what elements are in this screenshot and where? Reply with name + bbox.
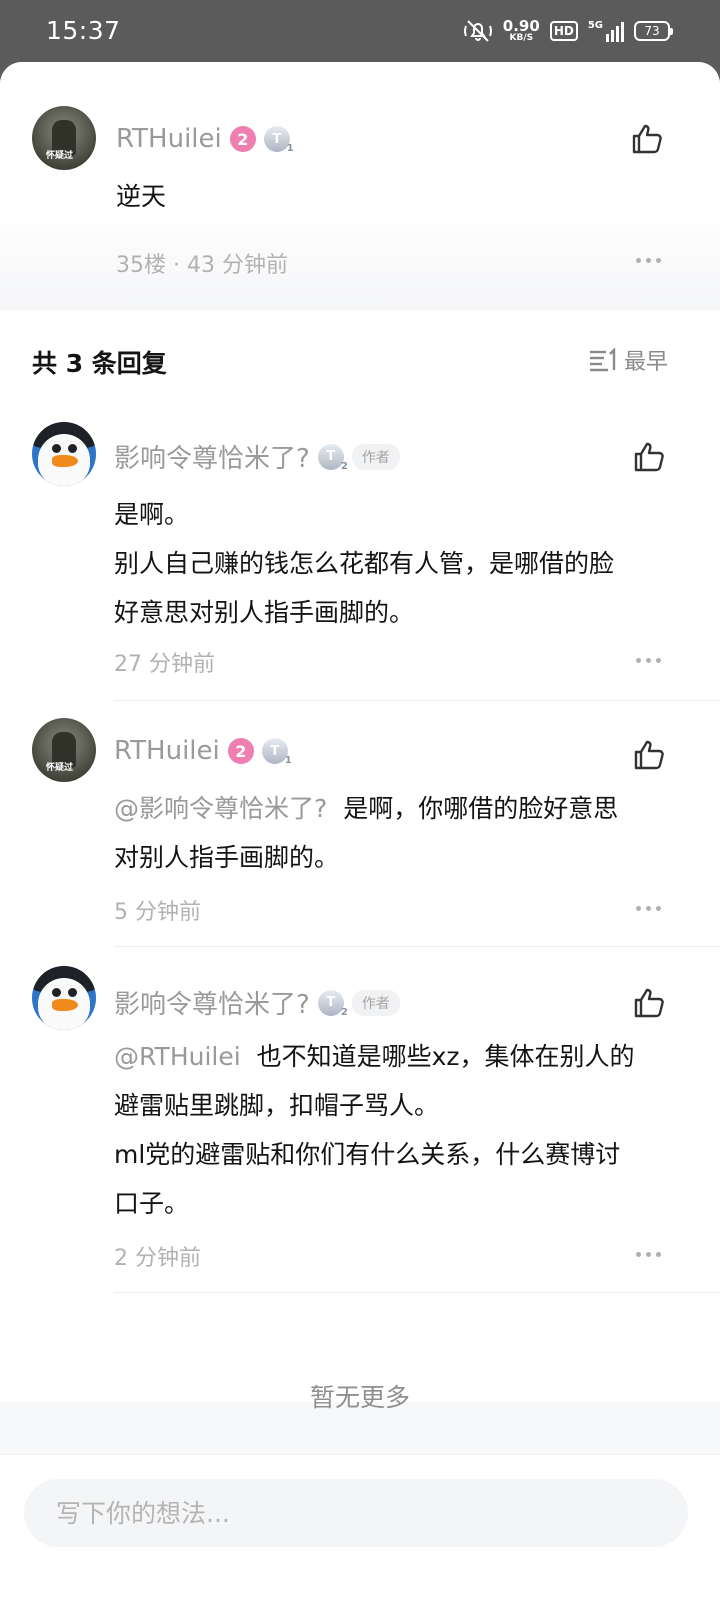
- more-options-icon[interactable]: [636, 906, 661, 911]
- avatar[interactable]: 怀疑过: [32, 718, 96, 782]
- like-icon[interactable]: [630, 122, 664, 156]
- divider: [114, 1292, 720, 1293]
- username[interactable]: 影响令尊恰米了? T2 作者: [114, 438, 400, 475]
- fan-badge-icon: T2: [317, 989, 348, 1018]
- avatar[interactable]: 怀疑过: [32, 106, 96, 170]
- avatar[interactable]: [32, 966, 96, 1030]
- avatar[interactable]: [32, 422, 96, 486]
- fan-badge-icon: T2: [317, 443, 348, 472]
- status-icons: 0.90 KB/S HD 5G 73: [463, 17, 673, 44]
- sort-icon: [590, 348, 616, 372]
- main-comment: 怀疑过 RTHuilei 2 T1 逆天 35楼 · 43 分钟前: [0, 62, 720, 310]
- reply-count: 共 3 条回复: [32, 349, 167, 378]
- username[interactable]: RTHuilei 2 T1: [114, 736, 292, 766]
- reply-meta: 5 分钟前: [114, 900, 201, 925]
- reply-text: @影响令尊恰米了? 是啊，你哪借的脸好意思 对别人指手画脚的。: [114, 794, 619, 872]
- status-bar: 15:37 0.90 KB/S HD 5G 73: [0, 0, 720, 64]
- hd-icon: HD: [549, 21, 578, 41]
- battery-icon: 73: [634, 21, 673, 41]
- divider: [114, 700, 720, 701]
- mention-link[interactable]: @影响令尊恰米了?: [114, 794, 327, 823]
- username[interactable]: 影响令尊恰米了? T2 作者: [114, 984, 400, 1021]
- fan-badge-icon: T1: [261, 738, 292, 766]
- more-options-icon[interactable]: [636, 1252, 661, 1257]
- like-icon[interactable]: [632, 986, 666, 1020]
- replies-header: 共 3 条回复 最早: [0, 310, 720, 410]
- sort-button[interactable]: 最早: [588, 344, 668, 376]
- signal-icon: 5G: [588, 20, 624, 42]
- comment-meta: 35楼 · 43 分钟前: [116, 253, 288, 278]
- divider: [114, 946, 720, 947]
- author-tag: 作者: [351, 443, 400, 470]
- level-badge: 2: [227, 738, 254, 764]
- no-more-label: 暂无更多: [309, 1383, 410, 1412]
- reply-text: @RTHuilei 也不知道是哪些xz，集体在别人的 避雷贴里跳脚，扣帽子骂人。…: [114, 1042, 635, 1218]
- like-icon[interactable]: [632, 440, 666, 474]
- level-badge: 2: [229, 126, 256, 152]
- username[interactable]: RTHuilei 2 T1: [116, 124, 294, 154]
- mention-link[interactable]: @RTHuilei: [114, 1042, 241, 1071]
- comment-input-bar: [0, 1454, 720, 1600]
- net-speed: 0.90 KB/S: [502, 17, 540, 43]
- author-tag: 作者: [351, 989, 400, 1016]
- mute-bell-icon: [463, 20, 492, 42]
- reply-meta: 27 分钟前: [114, 652, 215, 677]
- comment-text: 逆天: [116, 182, 167, 211]
- more-options-icon[interactable]: [636, 658, 661, 663]
- fan-badge-icon: T1: [263, 126, 294, 154]
- status-time: 15:37: [46, 16, 121, 45]
- like-icon[interactable]: [632, 738, 666, 772]
- reply-meta: 2 分钟前: [114, 1246, 201, 1271]
- comment-input[interactable]: [24, 1479, 688, 1547]
- reply-text: 是啊。 别人自己赚的钱怎么花都有人管，是哪借的脸 好意思对别人指手画脚的。: [114, 500, 615, 627]
- reply-sheet: 怀疑过 RTHuilei 2 T1 逆天 35楼 · 43 分钟前 共 3 条回…: [0, 62, 720, 1600]
- more-options-icon[interactable]: [636, 258, 661, 263]
